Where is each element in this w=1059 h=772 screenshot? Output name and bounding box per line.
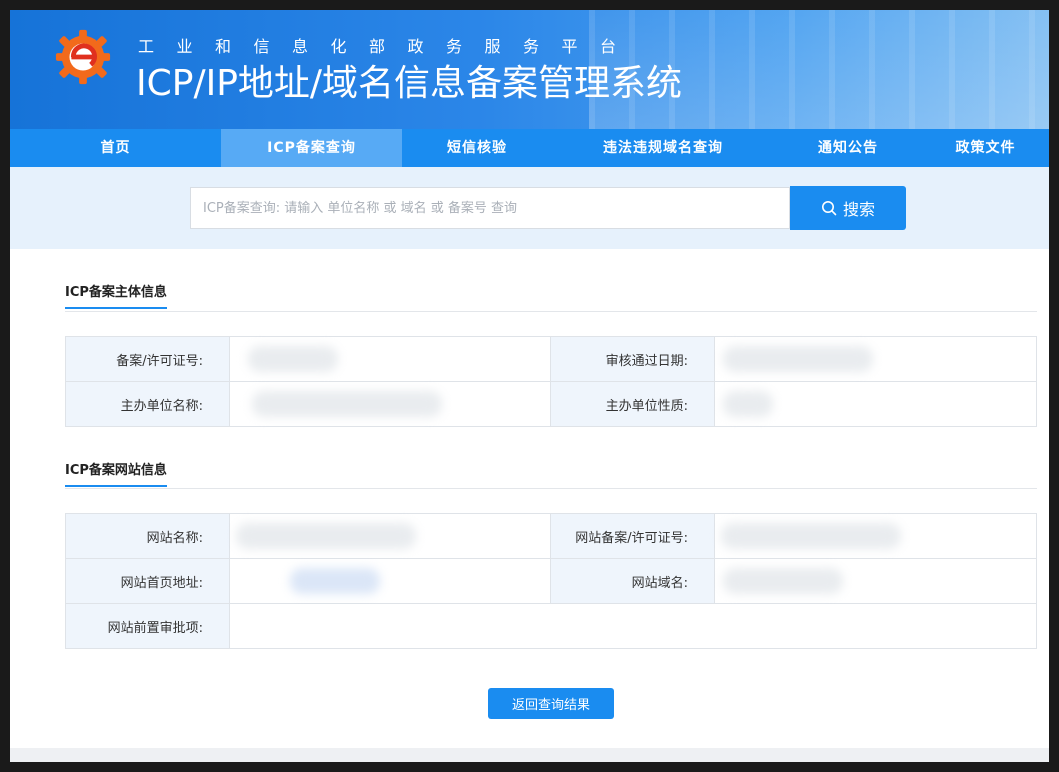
site-license-value xyxy=(714,513,1037,559)
redacted-value xyxy=(723,568,843,594)
table-row: 网站名称: 网站备案/许可证号: xyxy=(65,513,1037,559)
org-name-label: 主办单位名称: xyxy=(65,381,230,427)
table-row: 主办单位名称: 主办单位性质: xyxy=(65,381,1037,427)
site-name-label: 网站名称: xyxy=(65,513,230,559)
nav-illegal-domain-query[interactable]: 违法违规域名查询 xyxy=(552,129,774,167)
redacted-value xyxy=(252,391,442,417)
redacted-value xyxy=(721,523,901,549)
search-button[interactable]: 搜索 xyxy=(790,186,906,230)
site-title: ICP/IP地址/域名信息备案管理系统 xyxy=(136,63,683,104)
nav-icp-query[interactable]: ICP备案查询 xyxy=(221,129,402,167)
site-license-label: 网站备案/许可证号: xyxy=(550,513,715,559)
search-band: 搜索 xyxy=(10,167,1049,249)
domain-label: 网站域名: xyxy=(550,558,715,604)
search-input[interactable] xyxy=(190,187,790,229)
table-row: 备案/许可证号: 审核通过日期: xyxy=(65,336,1037,382)
subject-info-table: 备案/许可证号: 审核通过日期: 主办单位名称: 主办单位性质: xyxy=(65,336,1037,427)
homepage-value xyxy=(229,558,551,604)
org-type-label: 主办单位性质: xyxy=(550,381,715,427)
preapproval-value xyxy=(229,603,1037,649)
redacted-link[interactable] xyxy=(290,568,380,594)
nav-policy-docs[interactable]: 政策文件 xyxy=(922,129,1049,167)
e-gear-logo-icon xyxy=(55,29,111,85)
redacted-value xyxy=(723,391,773,417)
org-name-value xyxy=(229,381,551,427)
license-value xyxy=(229,336,551,382)
domain-value xyxy=(714,558,1037,604)
redacted-value xyxy=(723,346,873,372)
approve-date-value xyxy=(714,336,1037,382)
search-button-label: 搜索 xyxy=(842,200,875,219)
preapproval-label: 网站前置审批项: xyxy=(65,603,230,649)
org-type-value xyxy=(714,381,1037,427)
site-header: 工业和信息化部政务服务平台 ICP/IP地址/域名信息备案管理系统 xyxy=(10,10,1049,129)
homepage-label: 网站首页地址: xyxy=(65,558,230,604)
subject-section-title: ICP备案主体信息 xyxy=(65,281,167,309)
redacted-value xyxy=(236,523,416,549)
table-row: 网站前置审批项: xyxy=(65,603,1037,649)
browser-viewport: 工业和信息化部政务服务平台 ICP/IP地址/域名信息备案管理系统 首页 ICP… xyxy=(10,10,1049,762)
section-divider xyxy=(65,311,1037,312)
nav-notices[interactable]: 通知公告 xyxy=(774,129,922,167)
table-row: 网站首页地址: 网站域名: xyxy=(65,558,1037,604)
section-divider xyxy=(65,488,1037,489)
redacted-value xyxy=(248,346,338,372)
main-nav: 首页 ICP备案查询 短信核验 违法违规域名查询 通知公告 政策文件 xyxy=(10,129,1049,167)
website-section-title: ICP备案网站信息 xyxy=(65,459,167,487)
license-label: 备案/许可证号: xyxy=(65,336,230,382)
site-name-value xyxy=(229,513,551,559)
approve-date-label: 审核通过日期: xyxy=(550,336,715,382)
nav-home[interactable]: 首页 xyxy=(10,129,221,167)
footer-band xyxy=(10,748,1049,762)
nav-sms-verify[interactable]: 短信核验 xyxy=(402,129,552,167)
back-to-results-button[interactable]: 返回查询结果 xyxy=(488,688,614,719)
search-icon xyxy=(821,201,837,216)
website-info-table: 网站名称: 网站备案/许可证号: 网站首页地址: 网站域名: 网站前置审批项: xyxy=(65,513,1037,649)
